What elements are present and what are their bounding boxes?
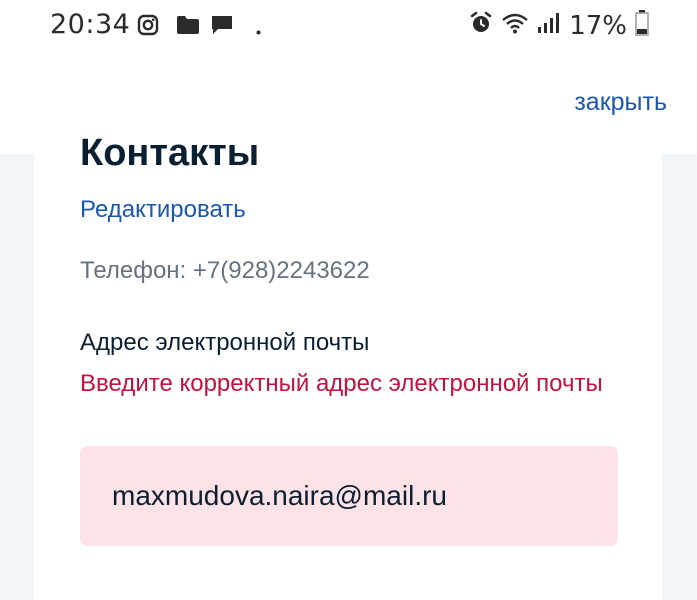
battery-percent: 17% [569,10,627,41]
screen: 20:34 17% закрыть Контакты Редактировать… [0,0,697,600]
status-right-group: 17% [469,10,649,41]
email-input[interactable] [80,446,618,546]
edit-contacts-link[interactable]: Редактировать [80,196,246,224]
battery-icon [635,10,649,41]
instagram-icon [137,14,159,41]
phone-text: Телефон: +7(928)2243622 [80,257,370,284]
message-icon [210,14,234,41]
status-time: 20:34 [50,9,131,40]
folder-icon [176,15,200,40]
email-error-message: Введите корректный адрес электронной поч… [80,370,603,397]
signal-icon [537,12,561,39]
contacts-card: Контакты Редактировать Телефон: +7(928)2… [34,132,662,600]
contacts-title: Контакты [80,132,260,174]
dot-icon [256,22,261,40]
wifi-icon [501,12,529,39]
status-bar: 20:34 17% [0,0,697,50]
alarm-icon [469,11,493,40]
email-label: Адрес электронной почты [80,329,370,356]
close-link[interactable]: закрыть [574,88,667,117]
